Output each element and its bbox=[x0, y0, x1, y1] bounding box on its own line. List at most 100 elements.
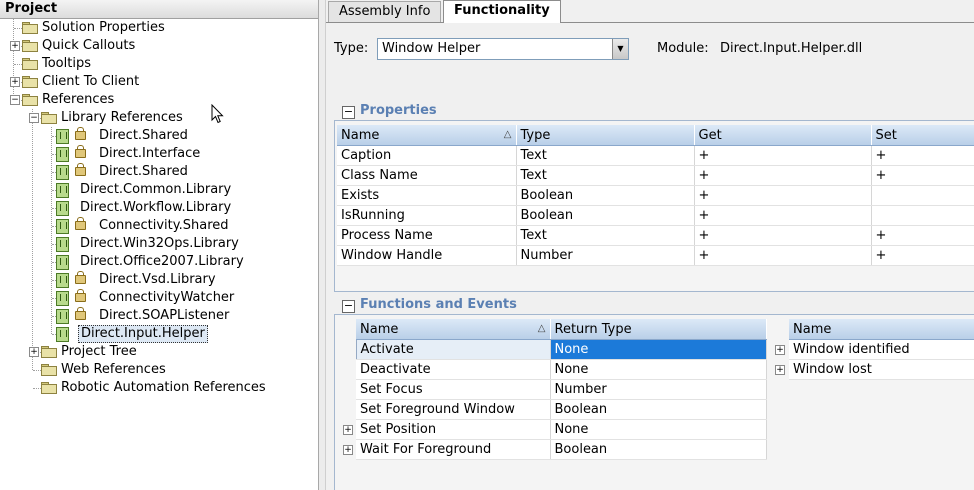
tree-item[interactable]: Direct.Shared bbox=[0, 127, 318, 145]
tree-item[interactable]: ConnectivityWatcher bbox=[0, 289, 318, 307]
tree-item[interactable]: Direct.Vsd.Library bbox=[0, 271, 318, 289]
expand-row-icon[interactable]: + bbox=[775, 345, 785, 355]
table-cell[interactable]: Boolean bbox=[516, 205, 695, 226]
table-cell[interactable]: + bbox=[871, 225, 974, 246]
tree-item[interactable]: Robotic Automation References bbox=[0, 379, 318, 397]
row-indicator[interactable] bbox=[339, 339, 356, 360]
table-cell[interactable]: + bbox=[694, 245, 872, 266]
column-header-get[interactable]: Get bbox=[694, 125, 872, 146]
column-header-set[interactable]: Set bbox=[871, 125, 974, 146]
table-row[interactable]: + Window identified bbox=[771, 339, 974, 360]
row-indicator[interactable] bbox=[339, 359, 356, 380]
tree-item[interactable]: Direct.Interface bbox=[0, 145, 318, 163]
tree-item[interactable]: Direct.Input.Helper bbox=[0, 325, 318, 343]
function-name-cell[interactable]: Wait For Foreground bbox=[356, 439, 551, 460]
function-name-cell[interactable]: Set Foreground Window bbox=[356, 399, 551, 420]
column-header-name[interactable]: Name △ bbox=[337, 125, 517, 146]
table-row[interactable]: + Set Position None bbox=[339, 419, 767, 440]
tab-assembly-info[interactable]: Assembly Info bbox=[328, 1, 442, 22]
collapse-functions-icon[interactable]: − bbox=[342, 300, 355, 313]
function-name-cell[interactable]: Activate bbox=[355, 339, 551, 360]
return-type-cell[interactable]: None bbox=[550, 339, 767, 360]
table-cell[interactable]: + bbox=[694, 225, 872, 246]
table-cell[interactable]: Class Name bbox=[337, 165, 517, 186]
expand-row-icon[interactable]: + bbox=[343, 425, 353, 435]
tree-item[interactable]: Tooltips bbox=[0, 55, 318, 73]
tree-item[interactable]: + Quick Callouts bbox=[0, 37, 318, 55]
return-type-cell[interactable]: Boolean bbox=[550, 439, 767, 460]
column-header-function-name[interactable]: Name △ bbox=[356, 319, 551, 340]
table-row[interactable]: Class Name Text + + bbox=[337, 165, 974, 186]
table-row[interactable]: Process Name Text + + bbox=[337, 225, 974, 246]
table-cell[interactable]: + bbox=[694, 205, 872, 226]
table-cell[interactable]: + bbox=[694, 145, 872, 166]
tree-toggle-collapse-icon[interactable]: − bbox=[29, 113, 39, 123]
tree-item[interactable]: Connectivity.Shared bbox=[0, 217, 318, 235]
tree-item[interactable]: Direct.Office2007.Library bbox=[0, 253, 318, 271]
tree-item[interactable]: Solution Properties bbox=[0, 19, 318, 37]
collapse-properties-icon[interactable]: − bbox=[342, 106, 355, 119]
row-indicator[interactable] bbox=[339, 379, 356, 400]
table-row[interactable]: Caption Text + + bbox=[337, 145, 974, 166]
table-row[interactable]: + Window lost bbox=[771, 359, 974, 380]
tree-item[interactable]: + Client To Client bbox=[0, 73, 318, 91]
tree-toggle-expand-icon[interactable]: + bbox=[10, 77, 20, 87]
table-cell[interactable] bbox=[871, 205, 974, 226]
table-cell[interactable]: + bbox=[871, 145, 974, 166]
table-row[interactable]: Window Handle Number + + bbox=[337, 245, 974, 266]
row-indicator[interactable]: + bbox=[339, 439, 356, 460]
event-name-cell[interactable]: Window lost bbox=[789, 359, 974, 380]
tree-item[interactable]: − Library References bbox=[0, 109, 318, 127]
tree-toggle-expand-icon[interactable]: + bbox=[29, 347, 39, 357]
tree-toggle-expand-icon[interactable]: + bbox=[10, 41, 20, 51]
panel-splitter[interactable] bbox=[318, 0, 326, 490]
table-cell[interactable]: + bbox=[871, 245, 974, 266]
table-cell[interactable]: Window Handle bbox=[337, 245, 517, 266]
tab-functionality[interactable]: Functionality bbox=[443, 0, 561, 23]
table-cell[interactable]: Boolean bbox=[516, 185, 695, 206]
table-cell[interactable]: Process Name bbox=[337, 225, 517, 246]
tree-item[interactable]: Direct.Win32Ops.Library bbox=[0, 235, 318, 253]
table-cell[interactable]: + bbox=[871, 165, 974, 186]
tree-item[interactable]: − References bbox=[0, 91, 318, 109]
expand-row-icon[interactable]: + bbox=[775, 365, 785, 375]
function-name-cell[interactable]: Set Focus bbox=[356, 379, 551, 400]
table-row[interactable]: Exists Boolean + bbox=[337, 185, 974, 206]
row-indicator[interactable]: + bbox=[771, 339, 789, 360]
dropdown-arrow-icon[interactable]: ▼ bbox=[612, 39, 628, 59]
return-type-cell[interactable]: None bbox=[550, 419, 767, 440]
table-cell[interactable]: Number bbox=[516, 245, 695, 266]
table-row[interactable]: IsRunning Boolean + bbox=[337, 205, 974, 226]
tree-item[interactable]: Direct.Workflow.Library bbox=[0, 199, 318, 217]
table-cell[interactable]: Caption bbox=[337, 145, 517, 166]
column-header-type[interactable]: Type bbox=[516, 125, 695, 146]
table-cell[interactable]: + bbox=[694, 185, 872, 206]
table-cell[interactable]: Text bbox=[516, 165, 695, 186]
table-cell[interactable]: Text bbox=[516, 225, 695, 246]
table-cell[interactable]: + bbox=[694, 165, 872, 186]
column-header-return-type[interactable]: Return Type bbox=[550, 319, 767, 340]
row-indicator[interactable]: + bbox=[771, 359, 789, 380]
tree-item[interactable]: + Project Tree bbox=[0, 343, 318, 361]
table-row[interactable]: Deactivate None bbox=[339, 359, 767, 380]
return-type-cell[interactable]: Number bbox=[550, 379, 767, 400]
expand-row-icon[interactable]: + bbox=[343, 445, 353, 455]
table-cell[interactable]: Exists bbox=[337, 185, 517, 206]
tree-item[interactable]: Direct.Shared bbox=[0, 163, 318, 181]
tree-toggle-collapse-icon[interactable]: − bbox=[10, 95, 20, 105]
function-name-cell[interactable]: Deactivate bbox=[356, 359, 551, 380]
table-row[interactable]: + Wait For Foreground Boolean bbox=[339, 439, 767, 460]
table-row[interactable]: Set Focus Number bbox=[339, 379, 767, 400]
tree-item[interactable]: Web References bbox=[0, 361, 318, 379]
return-type-cell[interactable]: Boolean bbox=[550, 399, 767, 420]
row-indicator[interactable]: + bbox=[339, 419, 356, 440]
event-name-cell[interactable]: Window identified bbox=[789, 339, 974, 360]
row-indicator[interactable] bbox=[339, 399, 356, 420]
table-cell[interactable]: Text bbox=[516, 145, 695, 166]
function-name-cell[interactable]: Set Position bbox=[356, 419, 551, 440]
table-row[interactable]: Activate None bbox=[339, 339, 767, 360]
type-dropdown[interactable]: Window Helper ▼ bbox=[377, 38, 629, 60]
column-header-event-name[interactable]: Name bbox=[789, 319, 974, 340]
tree-item[interactable]: Direct.SOAPListener bbox=[0, 307, 318, 325]
tree-item[interactable]: Direct.Common.Library bbox=[0, 181, 318, 199]
